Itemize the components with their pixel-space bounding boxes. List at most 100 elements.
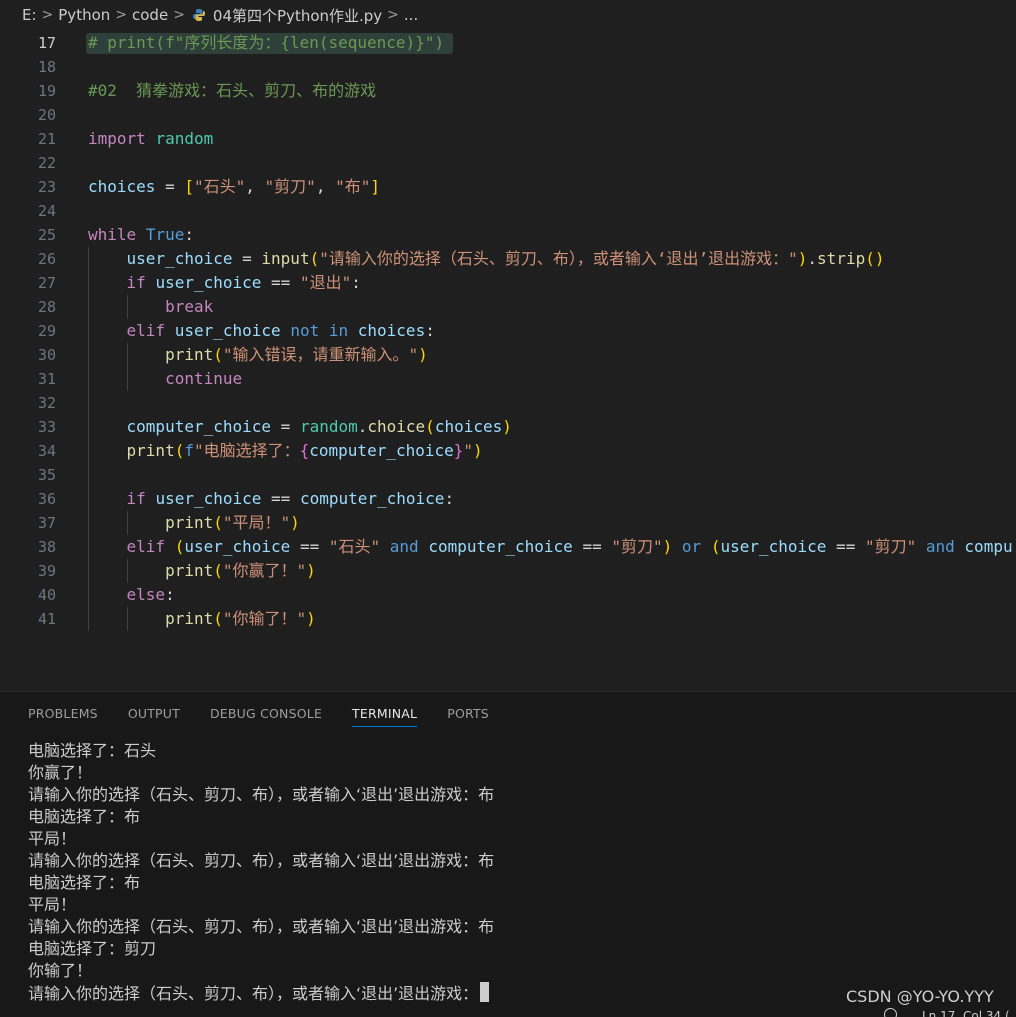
- line-number: 37: [37, 514, 56, 532]
- code-line[interactable]: 20: [0, 103, 1016, 127]
- code-token: else: [126, 585, 166, 604]
- breadcrumb-more[interactable]: ...: [404, 6, 418, 24]
- code-token: :: [184, 225, 194, 244]
- terminal-text: 请输入你的选择（石头、剪刀、布），或者输入‘退出’退出游戏：布: [28, 785, 495, 804]
- line-number: 38: [37, 538, 56, 556]
- code-line[interactable]: 27 if user_choice == "退出":: [0, 271, 1016, 295]
- code-token: ==: [826, 537, 865, 556]
- code-token: :: [444, 489, 455, 508]
- code-line[interactable]: 19 #02 猜拳游戏：石头、剪刀、布的游戏: [0, 79, 1016, 103]
- tab-ports[interactable]: PORTS: [447, 692, 489, 736]
- code-line[interactable]: 17 # print(f"序列长度为：{len(sequence)}"): [0, 31, 1016, 55]
- code-token: f: [184, 441, 194, 460]
- code-line[interactable]: 35: [0, 463, 1016, 487]
- code-token: strip: [817, 249, 866, 268]
- tab-terminal[interactable]: TERMINAL: [352, 692, 418, 736]
- code-text: user_choice = input("请输入你的选择（石头、剪刀、布），或者…: [88, 247, 885, 271]
- code-token: "石头": [328, 537, 381, 556]
- code-line[interactable]: 37 print("平局！"): [0, 511, 1016, 535]
- code-token: user_choice: [155, 489, 262, 508]
- code-line[interactable]: 18: [0, 55, 1016, 79]
- breadcrumb-drive[interactable]: E:: [22, 6, 37, 24]
- code-line[interactable]: 22: [0, 151, 1016, 175]
- terminal-line: 请输入你的选择（石头、剪刀、布），或者输入‘退出’退出游戏：布: [28, 916, 1008, 938]
- indent-guide: [126, 295, 128, 319]
- code-token: (: [213, 561, 223, 580]
- code-token: elif: [126, 537, 166, 556]
- code-token: ): [502, 417, 512, 436]
- code-line[interactable]: 39 print("你赢了！"): [0, 559, 1016, 583]
- code-token: "你输了！": [222, 609, 307, 628]
- code-token: "你赢了！": [222, 561, 307, 580]
- code-text: computer_choice = random.choice(choices): [88, 415, 512, 439]
- terminal-line: 电脑选择了：石头: [28, 740, 1008, 762]
- code-token: computer_choice: [299, 489, 445, 508]
- code-text: print("你赢了！"): [88, 559, 316, 583]
- status-cursor-position[interactable]: Ln 17, Col 34 (: [922, 1006, 1010, 1017]
- code-line[interactable]: 30 print("输入错误，请重新输入。"): [0, 343, 1016, 367]
- code-text: choices = ["石头", "剪刀", "布"]: [88, 175, 380, 199]
- code-editor[interactable]: 17 # print(f"序列长度为：{len(sequence)}") 18 19 #…: [0, 30, 1016, 691]
- code-text: continue: [88, 367, 242, 391]
- code-token: print: [165, 609, 214, 628]
- code-token: [: [184, 177, 194, 196]
- code-line[interactable]: 40 else:: [0, 583, 1016, 607]
- tab-problems[interactable]: PROBLEMS: [28, 692, 98, 736]
- code-token: (): [865, 249, 885, 268]
- code-token: :: [165, 585, 175, 604]
- tab-debug-console[interactable]: DEBUG CONSOLE: [210, 692, 322, 736]
- breadcrumb-folder-python[interactable]: Python: [58, 6, 110, 24]
- breadcrumb-folder-code[interactable]: code: [132, 6, 168, 24]
- code-token: print: [165, 345, 214, 364]
- zoom-out-icon[interactable]: [884, 1008, 897, 1017]
- code-line[interactable]: 31 continue: [0, 367, 1016, 391]
- code-text: print("输入错误，请重新输入。"): [88, 343, 428, 367]
- terminal-text: 电脑选择了：剪刀: [28, 939, 157, 958]
- code-line[interactable]: 34 print(f"电脑选择了：{computer_choice}"): [0, 439, 1016, 463]
- code-line[interactable]: 36 if user_choice == computer_choice:: [0, 487, 1016, 511]
- code-line[interactable]: 33 computer_choice = random.choice(choic…: [0, 415, 1016, 439]
- terminal-line: 电脑选择了：剪刀: [28, 938, 1008, 960]
- code-token: (: [309, 249, 320, 268]
- code-token: computer_choice: [428, 537, 573, 556]
- tab-output[interactable]: OUTPUT: [128, 692, 180, 736]
- breadcrumb-file[interactable]: 04第四个Python作业.py: [213, 5, 382, 26]
- code-line[interactable]: 26 user_choice = input("请输入你的选择（石头、剪刀、布）…: [0, 247, 1016, 271]
- code-token: print: [126, 441, 175, 460]
- breadcrumb: E: > Python > code > 04第四个Python作业.py > …: [0, 0, 1016, 30]
- panel-tabs: PROBLEMS OUTPUT DEBUG CONSOLE TERMINAL P…: [0, 692, 519, 736]
- code-line[interactable]: 32: [0, 391, 1016, 415]
- code-line[interactable]: 23 choices = ["石头", "剪刀", "布"]: [0, 175, 1016, 199]
- bottom-panel: PROBLEMS OUTPUT DEBUG CONSOLE TERMINAL P…: [0, 692, 1016, 1017]
- code-token: "剪刀": [611, 537, 663, 556]
- code-token: ): [418, 345, 428, 364]
- code-line[interactable]: 29 elif user_choice not in choices:: [0, 319, 1016, 343]
- chevron-right-icon: >: [41, 7, 54, 23]
- code-line[interactable]: 28 break: [0, 295, 1016, 319]
- indent-guide: [126, 511, 128, 535]
- code-line[interactable]: 24: [0, 199, 1016, 223]
- code-token: :: [351, 273, 361, 292]
- code-line[interactable]: 25 while True:: [0, 223, 1016, 247]
- code-line[interactable]: 41 print("你输了！"): [0, 607, 1016, 631]
- code-line[interactable]: 38 elif (user_choice == "石头" and compute…: [0, 535, 1016, 559]
- code-token: (: [425, 417, 435, 436]
- terminal-output[interactable]: 电脑选择了：石头 你赢了！ 请输入你的选择（石头、剪刀、布），或者输入‘退出’退出游…: [28, 740, 1008, 1004]
- line-number: 39: [37, 562, 56, 580]
- code-token: choices: [88, 177, 156, 196]
- terminal-line: 请输入你的选择（石头、剪刀、布），或者输入‘退出’退出游戏：布: [28, 784, 1008, 806]
- code-token: (: [710, 537, 721, 556]
- code-line[interactable]: 21 import random: [0, 127, 1016, 151]
- python-file-icon: [192, 9, 205, 21]
- code-token: True: [145, 225, 185, 244]
- code-token: .: [807, 249, 818, 268]
